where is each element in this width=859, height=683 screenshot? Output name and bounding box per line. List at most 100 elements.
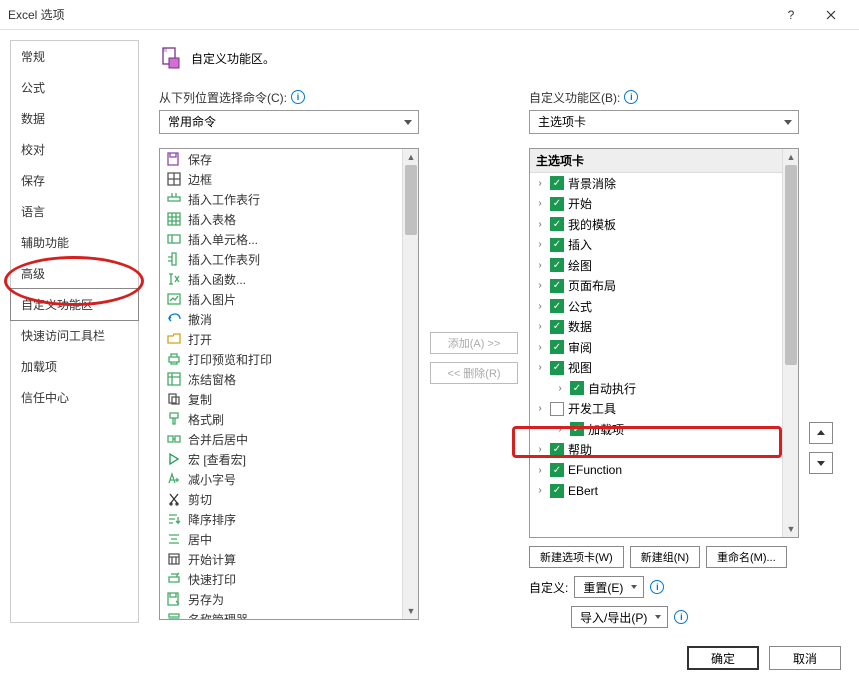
command-item[interactable]: 复制 <box>160 389 418 409</box>
commands-dropdown[interactable]: 常用命令 <box>159 110 419 134</box>
chevron-right-icon[interactable]: › <box>534 198 546 209</box>
chevron-right-icon[interactable]: › <box>534 219 546 230</box>
tab-item[interactable]: ›✓加载项 <box>530 419 798 440</box>
chevron-right-icon[interactable]: › <box>534 321 546 332</box>
ribbon-dropdown[interactable]: 主选项卡 <box>529 110 799 134</box>
sidebar-item-save[interactable]: 保存 <box>11 165 138 196</box>
command-item[interactable]: 宏 [查看宏] <box>160 449 418 469</box>
sidebar-item-general[interactable]: 常规 <box>11 41 138 72</box>
command-item[interactable]: 保存 <box>160 149 418 169</box>
command-item[interactable]: 剪切 <box>160 489 418 509</box>
help-button[interactable]: ? <box>771 0 811 30</box>
tab-item[interactable]: ›✓EFunction <box>530 460 798 481</box>
tab-item[interactable]: ›✓帮助 <box>530 440 798 461</box>
tab-checkbox[interactable]: ✓ <box>570 381 584 395</box>
ribbon-scrollbar[interactable]: ▲ ▼ <box>782 149 798 537</box>
ribbon-listbox[interactable]: 主选项卡 ›✓背景消除›✓开始›✓我的模板›✓插入›✓绘图›✓页面布局›✓公式›… <box>529 148 799 538</box>
tab-checkbox[interactable]: ✓ <box>550 340 564 354</box>
tab-item[interactable]: ›✓我的模板 <box>530 214 798 235</box>
tab-item[interactable]: ›✓自动执行 <box>530 378 798 399</box>
sidebar-item-advanced[interactable]: 高级 <box>11 258 138 289</box>
command-item[interactable]: 插入单元格... <box>160 229 418 249</box>
tab-checkbox[interactable]: ✓ <box>570 422 584 436</box>
command-item[interactable]: 打开 <box>160 329 418 349</box>
cancel-button[interactable]: 取消 <box>769 646 841 670</box>
info-icon[interactable]: i <box>291 90 305 104</box>
command-item[interactable]: 打印预览和打印 <box>160 349 418 369</box>
sidebar-item-proofing[interactable]: 校对 <box>11 134 138 165</box>
command-item[interactable]: 撤消|▸ <box>160 309 418 329</box>
tab-item[interactable]: ›✓插入 <box>530 235 798 256</box>
commands-scrollbar[interactable]: ▲ ▼ <box>402 149 418 619</box>
tab-item[interactable]: ›✓审阅 <box>530 337 798 358</box>
info-icon[interactable]: i <box>674 610 688 624</box>
import-export-dropdown[interactable]: 导入/导出(P) <box>571 606 668 628</box>
tab-checkbox[interactable]: ✓ <box>550 197 564 211</box>
chevron-right-icon[interactable]: › <box>534 362 546 373</box>
move-up-button[interactable] <box>809 422 833 444</box>
command-item[interactable]: 插入表格 <box>160 209 418 229</box>
scroll-thumb[interactable] <box>405 165 417 235</box>
command-item[interactable]: 另存为 <box>160 589 418 609</box>
tab-item[interactable]: ›✓视图 <box>530 358 798 379</box>
tab-item[interactable]: ›✓开始 <box>530 194 798 215</box>
tab-item[interactable]: ›✓EBert <box>530 481 798 502</box>
chevron-right-icon[interactable]: › <box>554 424 566 435</box>
scroll-thumb[interactable] <box>785 165 797 365</box>
sidebar-item-addins[interactable]: 加载项 <box>11 351 138 382</box>
new-group-button[interactable]: 新建组(N) <box>630 546 700 568</box>
chevron-right-icon[interactable]: › <box>534 342 546 353</box>
sidebar-item-formulas[interactable]: 公式 <box>11 72 138 103</box>
chevron-right-icon[interactable]: › <box>534 444 546 455</box>
reset-dropdown[interactable]: 重置(E) <box>574 576 644 598</box>
ok-button[interactable]: 确定 <box>687 646 759 670</box>
chevron-right-icon[interactable]: › <box>534 403 546 414</box>
command-item[interactable]: 降序排序 <box>160 509 418 529</box>
tab-checkbox[interactable] <box>550 402 564 416</box>
command-item[interactable]: 合并后居中 <box>160 429 418 449</box>
command-item[interactable]: 插入图片 <box>160 289 418 309</box>
command-item[interactable]: 开始计算 <box>160 549 418 569</box>
info-icon[interactable]: i <box>650 580 664 594</box>
add-button[interactable]: 添加(A) >> <box>430 332 518 354</box>
tab-checkbox[interactable]: ✓ <box>550 443 564 457</box>
chevron-right-icon[interactable]: › <box>534 301 546 312</box>
remove-button[interactable]: << 删除(R) <box>430 362 518 384</box>
chevron-right-icon[interactable]: › <box>554 383 566 394</box>
command-item[interactable]: 格式刷 <box>160 409 418 429</box>
command-item[interactable]: 插入工作表列 <box>160 249 418 269</box>
command-item[interactable]: 减小字号 <box>160 469 418 489</box>
scroll-down-icon[interactable]: ▼ <box>783 521 799 537</box>
chevron-right-icon[interactable]: › <box>534 178 546 189</box>
sidebar-item-data[interactable]: 数据 <box>11 103 138 134</box>
chevron-right-icon[interactable]: › <box>534 260 546 271</box>
tab-item[interactable]: ›✓绘图 <box>530 255 798 276</box>
sidebar-item-language[interactable]: 语言 <box>11 196 138 227</box>
chevron-right-icon[interactable]: › <box>534 465 546 476</box>
commands-listbox[interactable]: 保存边框|▸插入工作表行插入表格插入单元格...插入工作表列插入函数...插入图… <box>159 148 419 620</box>
command-item[interactable]: 插入工作表行 <box>160 189 418 209</box>
scroll-down-icon[interactable]: ▼ <box>403 603 419 619</box>
tab-item[interactable]: ›✓背景消除 <box>530 173 798 194</box>
sidebar-item-customize-ribbon[interactable]: 自定义功能区 <box>10 288 139 321</box>
tab-item[interactable]: ›✓数据 <box>530 317 798 338</box>
tab-checkbox[interactable]: ✓ <box>550 176 564 190</box>
scroll-up-icon[interactable]: ▲ <box>403 149 419 165</box>
command-item[interactable]: 冻结窗格|▸ <box>160 369 418 389</box>
close-button[interactable] <box>811 0 851 30</box>
tab-checkbox[interactable]: ✓ <box>550 484 564 498</box>
scroll-up-icon[interactable]: ▲ <box>783 149 799 165</box>
move-down-button[interactable] <box>809 452 833 474</box>
command-item[interactable]: 边框|▸ <box>160 169 418 189</box>
sidebar-item-trust[interactable]: 信任中心 <box>11 382 138 413</box>
tab-checkbox[interactable]: ✓ <box>550 320 564 334</box>
tab-checkbox[interactable]: ✓ <box>550 258 564 272</box>
command-item[interactable]: 名称管理器 <box>160 609 418 619</box>
tab-checkbox[interactable]: ✓ <box>550 361 564 375</box>
new-tab-button[interactable]: 新建选项卡(W) <box>529 546 624 568</box>
tab-item[interactable]: ›开发工具 <box>530 399 798 420</box>
tab-checkbox[interactable]: ✓ <box>550 299 564 313</box>
command-item[interactable]: 插入函数... <box>160 269 418 289</box>
chevron-right-icon[interactable]: › <box>534 280 546 291</box>
sidebar-item-accessibility[interactable]: 辅助功能 <box>11 227 138 258</box>
